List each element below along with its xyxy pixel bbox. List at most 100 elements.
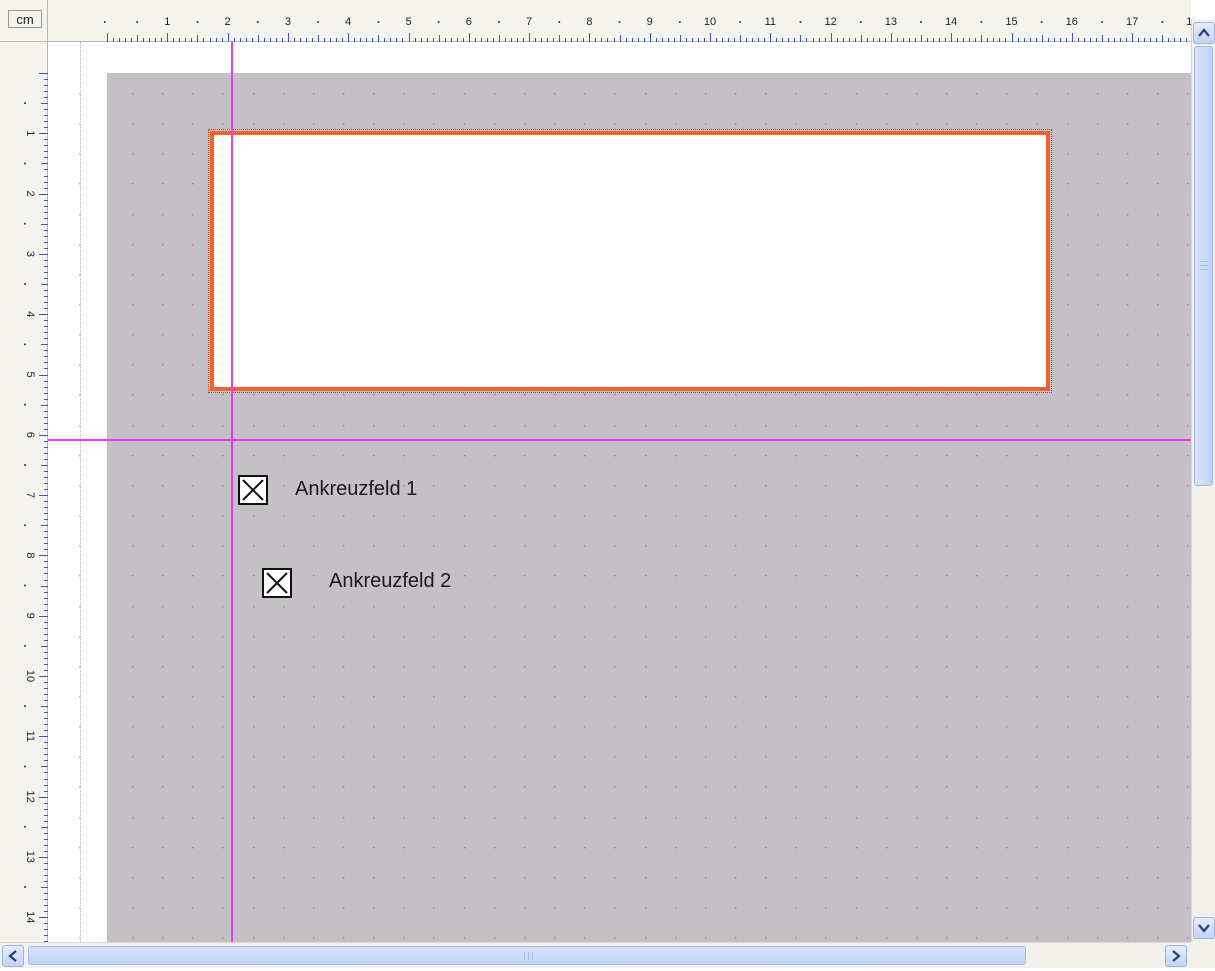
grid-dot — [765, 786, 767, 788]
scroll-right-button[interactable] — [1165, 945, 1187, 967]
grid-dot — [433, 455, 435, 457]
grid-dot — [524, 93, 526, 95]
grid-dot — [253, 756, 255, 758]
grid-dot — [403, 545, 405, 547]
checkbox-2[interactable] — [262, 568, 292, 598]
horizontal-ruler[interactable]: 1234567891011121314151617181 — [48, 0, 1191, 42]
grid-dot — [916, 696, 918, 698]
checkbox-1-label[interactable]: Ankreuzfeld 1 — [295, 478, 417, 501]
grid-dot — [1067, 726, 1069, 728]
grid-dot — [705, 515, 707, 517]
grid-dot — [946, 937, 948, 939]
grid-dot — [856, 756, 858, 758]
grid-dot — [886, 696, 888, 698]
grid-dot — [433, 907, 435, 909]
vertical-scrollbar[interactable] — [1191, 20, 1215, 942]
grid-dot — [403, 515, 405, 517]
vertical-guide-line[interactable] — [231, 42, 233, 942]
grid-dot — [283, 636, 285, 638]
grid-dot — [705, 877, 707, 879]
scroll-up-button[interactable] — [1193, 22, 1215, 44]
grid-dot — [916, 877, 918, 879]
grid-dot — [373, 545, 375, 547]
ruler-unit-label[interactable]: cm — [8, 10, 42, 28]
grid-dot — [373, 425, 375, 427]
grid-dot — [79, 696, 81, 698]
grid-dot — [1067, 696, 1069, 698]
grid-dot — [735, 907, 737, 909]
selected-frame[interactable] — [208, 129, 1052, 393]
grid-dot — [825, 696, 827, 698]
grid-dot — [162, 636, 164, 638]
grid-dot — [79, 425, 81, 427]
grid-dot — [825, 123, 827, 125]
grid-dot — [946, 485, 948, 487]
grid-dot — [765, 606, 767, 608]
grid-dot — [916, 425, 918, 427]
grid-dot — [283, 425, 285, 427]
grid-dot — [162, 786, 164, 788]
grid-dot — [373, 817, 375, 819]
grid-dot — [192, 334, 194, 336]
grid-dot — [886, 756, 888, 758]
grid-dot — [554, 606, 556, 608]
grid-dot — [283, 515, 285, 517]
horizontal-scrollbar[interactable] — [0, 942, 1191, 968]
grid-dot — [735, 786, 737, 788]
grid-dot — [343, 425, 345, 427]
grid-dot — [253, 575, 255, 577]
grid-dot — [705, 425, 707, 427]
grid-dot — [825, 877, 827, 879]
grid-dot — [795, 636, 797, 638]
grid-dot — [222, 575, 224, 577]
grid-dot — [403, 907, 405, 909]
scroll-left-button[interactable] — [2, 945, 24, 967]
grid-dot — [735, 485, 737, 487]
grid-dot — [976, 786, 978, 788]
grid-dot — [343, 937, 345, 939]
grid-dot — [1067, 214, 1069, 216]
grid-dot — [1127, 244, 1129, 246]
ruler-half-mark — [558, 21, 561, 23]
ruler-half-mark — [24, 343, 26, 346]
grid-dot — [675, 394, 677, 396]
horizontal-ruler-scale: 1234567891011121314151617181 — [103, 16, 1191, 42]
grid-dot — [916, 907, 918, 909]
scrollbar-corner — [1191, 942, 1215, 968]
grid-dot — [856, 515, 858, 517]
grid-dot — [675, 575, 677, 577]
grid-dot — [735, 636, 737, 638]
scroll-down-button[interactable] — [1193, 917, 1215, 939]
grid-dot — [825, 786, 827, 788]
grid-dot — [313, 636, 315, 638]
grid-dot — [373, 93, 375, 95]
grid-dot — [554, 847, 556, 849]
horizontal-scroll-thumb[interactable] — [28, 946, 1026, 965]
checkbox-1[interactable] — [238, 475, 268, 505]
grid-dot — [645, 606, 647, 608]
grid-dot — [373, 394, 375, 396]
grid-dot — [1067, 877, 1069, 879]
grid-dot — [976, 455, 978, 457]
grid-dot — [403, 786, 405, 788]
grid-dot — [464, 817, 466, 819]
grid-dot — [1187, 575, 1189, 577]
grid-dot — [494, 877, 496, 879]
grid-dot — [403, 756, 405, 758]
grid-dot — [614, 515, 616, 517]
grid-dot — [856, 394, 858, 396]
grid-dot — [343, 786, 345, 788]
grid-dot — [494, 696, 496, 698]
vertical-scroll-thumb[interactable] — [1194, 46, 1213, 486]
vertical-ruler[interactable]: 123456789101112131415 — [0, 42, 48, 942]
grid-dot — [856, 847, 858, 849]
grid-dot — [1187, 183, 1189, 185]
horizontal-guide-line[interactable] — [48, 439, 1191, 441]
grid-dot — [614, 425, 616, 427]
grid-dot — [79, 877, 81, 879]
grid-dot — [584, 696, 586, 698]
design-canvas[interactable]: Ankreuzfeld 1 Ankreuzfeld 2 — [48, 42, 1191, 942]
grid-dot — [675, 123, 677, 125]
checkbox-2-label[interactable]: Ankreuzfeld 2 — [329, 570, 451, 593]
grid-dot — [222, 485, 224, 487]
